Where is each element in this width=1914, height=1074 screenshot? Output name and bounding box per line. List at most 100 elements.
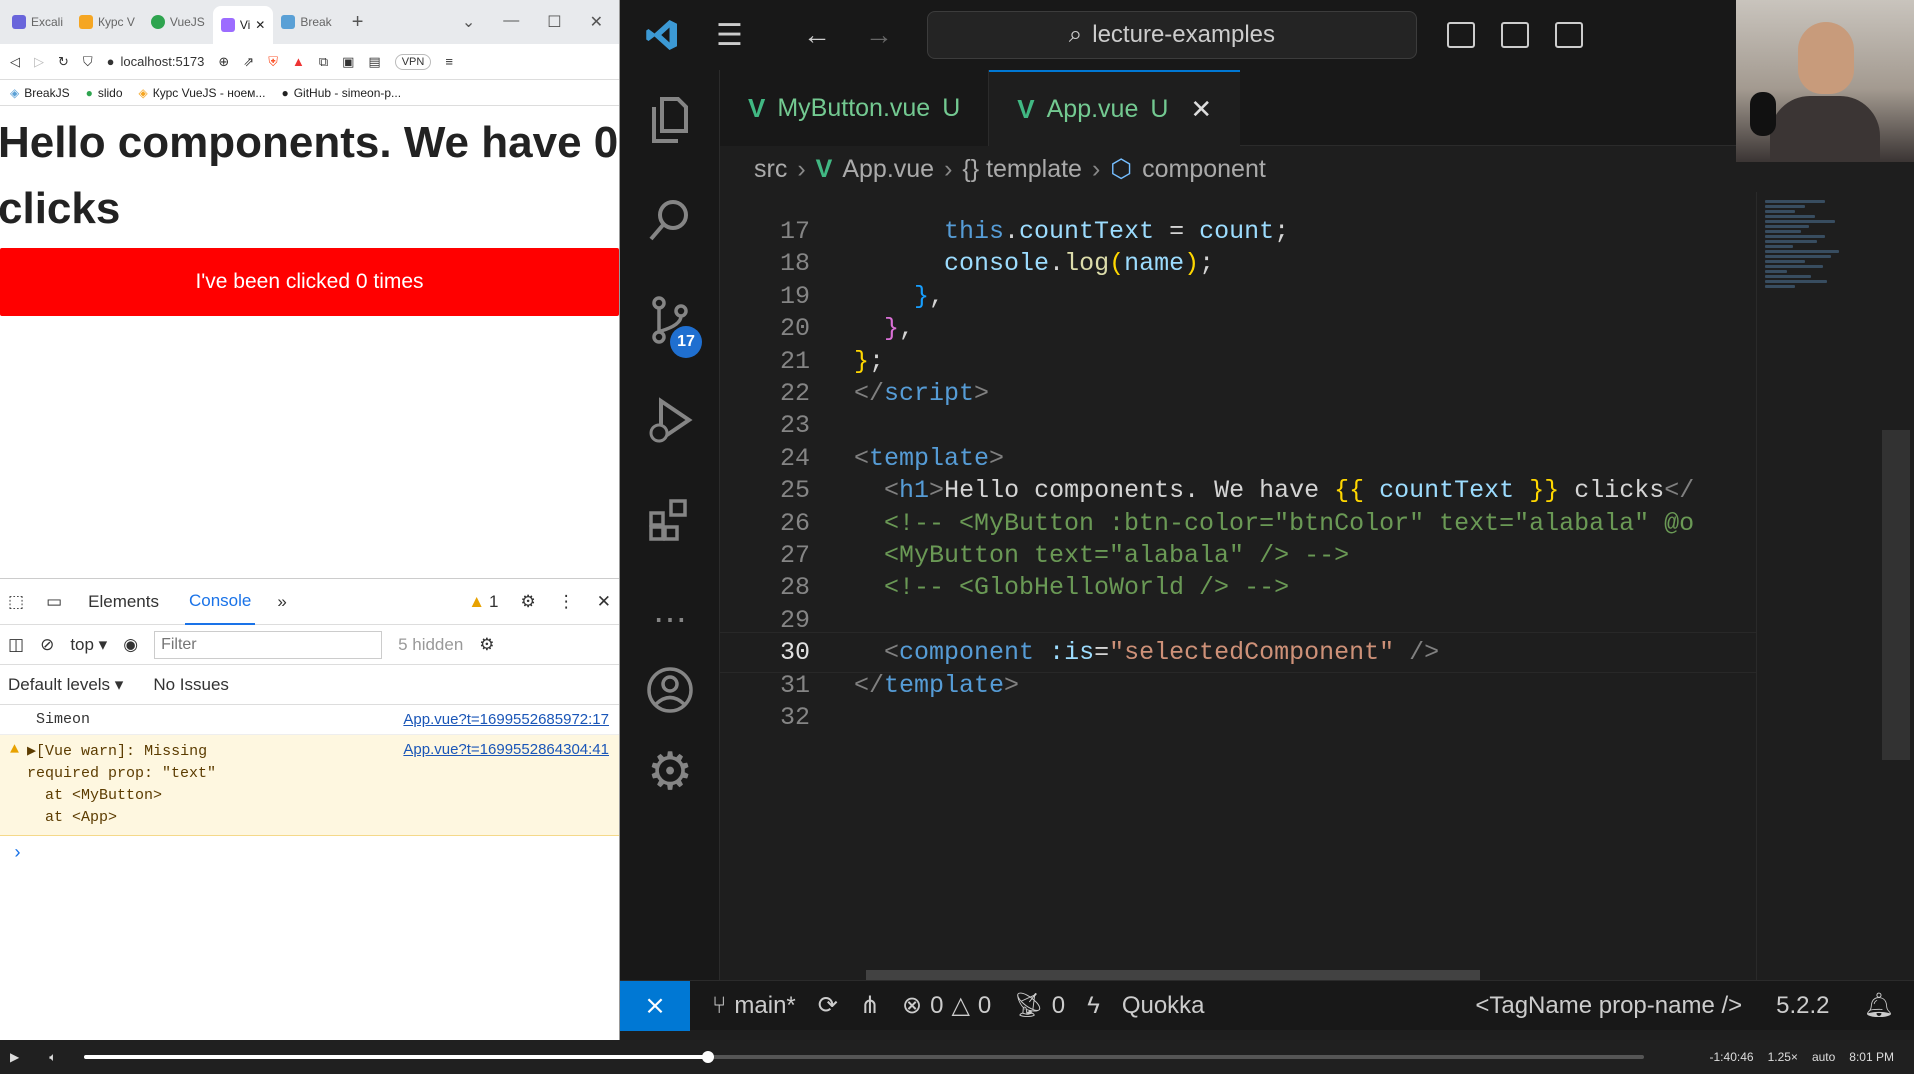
eye-icon[interactable]: ◉: [123, 635, 138, 655]
vertical-scrollbar[interactable]: [1882, 430, 1910, 760]
code-editor[interactable]: 17 this.countText = count; 18 console.log…: [720, 192, 1914, 1002]
bookmark-item[interactable]: ● GitHub - simeon-p...: [281, 86, 401, 100]
extensions-icon[interactable]: [620, 470, 720, 570]
context-select[interactable]: top ▾: [70, 635, 107, 655]
warning-message[interactable]: ▶[Vue warn]: Missing required prop: "tex…: [27, 741, 403, 829]
search-sidebar-icon[interactable]: [620, 170, 720, 270]
breadcrumb-component[interactable]: component: [1142, 155, 1266, 184]
sync-icon[interactable]: ⟳: [818, 991, 838, 1020]
close-icon[interactable]: ✕: [590, 12, 603, 32]
kebab-menu-icon[interactable]: ⋮: [558, 592, 575, 612]
minimize-icon[interactable]: —: [503, 12, 519, 32]
video-player-bar: ▶ 🔈︎ -1:40:46 1.25× auto 8:01 PM: [0, 1040, 1914, 1074]
back-arrow-icon[interactable]: ←: [803, 19, 831, 51]
warning-count[interactable]: ▲ 1: [468, 592, 498, 612]
tab-console[interactable]: Console: [185, 579, 256, 625]
tab-close-icon[interactable]: ✕: [255, 18, 265, 32]
explorer-icon[interactable]: [620, 70, 720, 170]
share-icon[interactable]: ⇗: [243, 54, 254, 70]
console-prompt[interactable]: ›: [0, 836, 619, 872]
wallet-icon[interactable]: ▤: [368, 54, 380, 70]
browser-tab-active[interactable]: Vi ✕: [212, 6, 274, 44]
breadcrumb-file[interactable]: App.vue: [842, 155, 934, 184]
breadcrumb-folder[interactable]: src: [754, 155, 787, 184]
tagname-status[interactable]: <TagName prop-name />: [1475, 992, 1742, 1020]
volume-icon[interactable]: 🔈︎: [49, 1050, 56, 1065]
page-heading: Hello components. We have 0 clicks: [0, 118, 619, 233]
vscode-titlebar: ☰ ← → ⌕ lecture-examples: [620, 0, 1914, 70]
lightning-icon[interactable]: ϟ: [1087, 992, 1100, 1020]
more-tabs-icon[interactable]: »: [277, 592, 286, 612]
tab-app-vue[interactable]: V App.vue U ✕: [989, 70, 1241, 146]
settings-gear-icon[interactable]: ⚙: [521, 592, 536, 612]
extensions-icon[interactable]: ⧉: [319, 54, 328, 70]
minimap[interactable]: [1756, 192, 1874, 1002]
speed-button[interactable]: 1.25×: [1768, 1050, 1798, 1064]
progress-knob[interactable]: [702, 1051, 714, 1063]
zoom-icon[interactable]: ⊕: [218, 54, 229, 70]
maximize-icon[interactable]: ☐: [547, 12, 561, 32]
code-line[interactable]: 32: [720, 698, 1770, 737]
git-graph-icon[interactable]: ⋔: [860, 991, 880, 1020]
new-tab-button[interactable]: +: [340, 11, 376, 34]
play-icon[interactable]: ▶: [10, 1050, 19, 1065]
breadcrumb-template[interactable]: {} template: [962, 155, 1082, 184]
click-counter-button[interactable]: I've been clicked 0 times: [0, 248, 619, 316]
bell-icon[interactable]: 🔔︎: [1864, 991, 1894, 1020]
tab-elements[interactable]: Elements: [84, 580, 163, 624]
manage-gear-icon[interactable]: ⚙: [620, 722, 720, 822]
bookmark-icon[interactable]: ⛉: [83, 54, 93, 70]
sidebar-toggle-icon[interactable]: ◫: [8, 635, 24, 655]
console-settings-gear-icon[interactable]: ⚙: [479, 635, 494, 655]
toggle-primary-sidebar-icon[interactable]: [1446, 22, 1475, 48]
inspect-icon[interactable]: ⬚: [8, 592, 24, 612]
forward-icon[interactable]: ▷: [34, 54, 44, 70]
menu-icon[interactable]: ≡: [445, 54, 453, 69]
device-toolbar-icon[interactable]: ▭: [46, 592, 62, 612]
bookmark-item[interactable]: ● slido: [86, 86, 123, 100]
devtools-close-icon[interactable]: ✕: [597, 592, 611, 612]
remote-indicator-icon[interactable]: ⨯: [620, 980, 690, 1031]
search-icon: ⌕: [1068, 21, 1083, 48]
warning-source-link[interactable]: App.vue?t=1699552864304:41: [403, 741, 609, 829]
quality-button[interactable]: auto: [1812, 1050, 1835, 1064]
problems-indicator[interactable]: ⊗ 0 △ 0: [902, 991, 991, 1020]
ports-indicator[interactable]: 📡︎ 0: [1013, 991, 1065, 1020]
vpn-button[interactable]: VPN: [394, 53, 432, 70]
tab-mybutton-vue[interactable]: V MyButton.vue U: [720, 70, 990, 146]
log-source-link[interactable]: App.vue?t=1699552685972:17: [403, 711, 609, 728]
browser-tab[interactable]: Excali: [4, 5, 71, 39]
console-filter-input[interactable]: [154, 630, 383, 659]
toggle-secondary-sidebar-icon[interactable]: [1554, 22, 1583, 48]
rewards-icon[interactable]: ▲: [292, 54, 305, 69]
source-control-icon[interactable]: 17: [620, 270, 720, 370]
tab-close-icon[interactable]: ✕: [1190, 94, 1212, 125]
clear-console-icon[interactable]: ⊘: [40, 635, 54, 655]
quokka-status[interactable]: Quokka: [1122, 992, 1205, 1020]
sidebar-icon[interactable]: ▣: [342, 54, 354, 70]
toggle-panel-icon[interactable]: [1500, 22, 1529, 48]
forward-arrow-icon[interactable]: →: [865, 19, 893, 51]
chevron-down-icon[interactable]: ⌄: [462, 12, 475, 32]
browser-tab[interactable]: VueJS: [143, 5, 213, 39]
tab-filename: App.vue: [1046, 94, 1139, 123]
video-progress[interactable]: [84, 1051, 1644, 1063]
vue-file-icon: V: [748, 92, 766, 123]
brave-shield-icon[interactable]: ⛨: [268, 54, 278, 70]
code-text: <!-- <MyButton :btn-color="btnColor" tex…: [854, 508, 1695, 538]
bookmark-item[interactable]: ◈ Курс VueJS - ноем...: [139, 86, 266, 100]
command-center-search[interactable]: ⌕ lecture-examples: [926, 11, 1417, 59]
git-branch[interactable]: ⑂ main*: [712, 992, 796, 1020]
reload-icon[interactable]: ↻: [58, 54, 69, 70]
bookmark-item[interactable]: ◈ BreakJS: [10, 86, 70, 100]
version-status[interactable]: 5.2.2: [1776, 992, 1829, 1020]
browser-tab[interactable]: Курс V: [71, 5, 143, 39]
url-field[interactable]: ● localhost:5173: [107, 54, 205, 69]
bookmark-label: slido: [97, 85, 123, 100]
run-debug-icon[interactable]: [620, 370, 720, 470]
browser-tab[interactable]: Break: [273, 5, 339, 39]
issues-link[interactable]: No Issues: [153, 675, 229, 695]
levels-dropdown[interactable]: Default levels ▾: [8, 675, 123, 695]
back-icon[interactable]: ◁: [10, 54, 20, 70]
hamburger-menu-icon[interactable]: ☰: [716, 18, 743, 53]
